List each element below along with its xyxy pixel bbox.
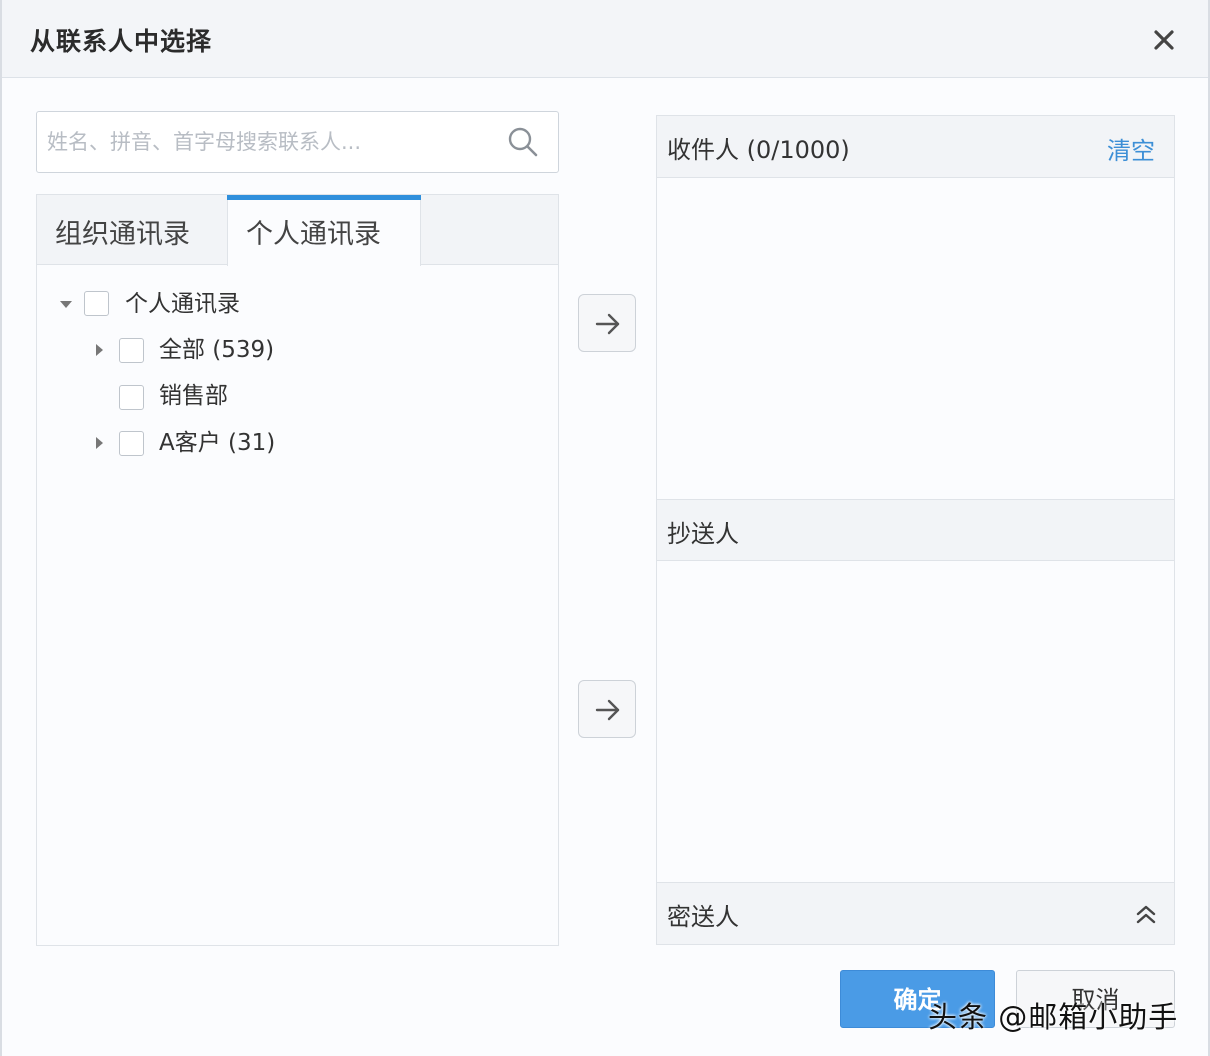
double-chevron-up-icon[interactable] [1133, 901, 1159, 927]
contact-picker-dialog: 从联系人中选择 组织通讯录 个人通讯录 个人通讯录 [0, 0, 1210, 1056]
bcc-section-title: 密送人 [667, 903, 739, 931]
to-section-title: 收件人 (0/1000) [667, 136, 850, 164]
search-icon[interactable] [506, 125, 540, 159]
selected-recipients-panel: 收件人 (0/1000) 清空 抄送人 密送人 [656, 115, 1175, 945]
caret-right-icon[interactable] [96, 437, 103, 449]
tree-root-label[interactable]: 个人通讯录 [125, 284, 240, 324]
address-book-panel: 组织通讯录 个人通讯录 个人通讯录 全部 (539) 销售部 A客户 (31) [36, 194, 559, 946]
clear-link[interactable]: 清空 [1107, 131, 1155, 166]
tree-root-checkbox[interactable] [84, 291, 109, 316]
bcc-section-header[interactable]: 密送人 [657, 882, 1174, 944]
dialog-title: 从联系人中选择 [30, 27, 213, 56]
arrow-right-icon [595, 313, 620, 335]
search-box [36, 111, 559, 173]
cc-section-title: 抄送人 [667, 520, 739, 548]
add-to-cc-button[interactable] [578, 680, 636, 738]
tab-organization[interactable]: 组织通讯录 [37, 195, 227, 265]
tree-item-label[interactable]: 全部 (539) [159, 330, 274, 370]
caret-down-icon[interactable] [60, 301, 72, 308]
cc-recipient-list[interactable] [657, 562, 1174, 882]
address-book-tabs: 组织通讯录 个人通讯录 [37, 195, 558, 266]
search-input[interactable] [47, 124, 497, 160]
watermark-text: 头条 @邮箱小助手 [928, 1000, 1179, 1034]
tree-item-all: 全部 (539) [37, 330, 558, 370]
tree-item-checkbox[interactable] [119, 385, 144, 410]
tree-item-label[interactable]: A客户 (31) [159, 423, 275, 463]
tree-root-row: 个人通讯录 [37, 284, 558, 324]
tree-item-checkbox[interactable] [119, 338, 144, 363]
cc-section-header: 抄送人 [657, 499, 1174, 561]
tree-item-clients: A客户 (31) [37, 423, 558, 463]
close-icon[interactable] [1146, 22, 1182, 58]
tab-personal[interactable]: 个人通讯录 [227, 195, 421, 266]
active-tab-indicator [227, 195, 421, 200]
add-to-recipients-button[interactable] [578, 294, 636, 352]
caret-right-icon[interactable] [96, 344, 103, 356]
tree-item-checkbox[interactable] [119, 431, 144, 456]
tab-personal-label: 个人通讯录 [246, 219, 381, 250]
tree-item-label[interactable]: 销售部 [159, 376, 228, 416]
tree-item-sales: 销售部 [37, 376, 558, 416]
arrow-right-icon [595, 699, 620, 721]
to-section-header: 收件人 (0/1000) 清空 [657, 116, 1174, 178]
dialog-titlebar: 从联系人中选择 [2, 0, 1208, 78]
to-recipient-list[interactable] [657, 178, 1174, 499]
